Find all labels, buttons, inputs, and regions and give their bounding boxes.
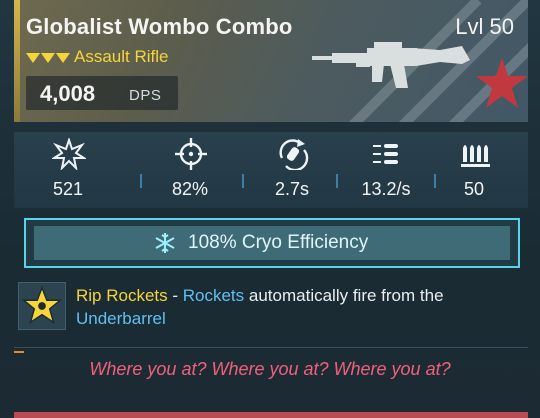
perk-text: automatically fire from the bbox=[244, 286, 444, 305]
stat-magazine: 50 bbox=[428, 132, 520, 208]
flavor-text: Where you at? Where you at? Where you at… bbox=[89, 359, 451, 379]
stat-magazine-value: 50 bbox=[463, 179, 485, 199]
perk-icon-box bbox=[18, 282, 66, 330]
magazine-icon bbox=[461, 145, 490, 167]
perk-keyword-underbarrel: Underbarrel bbox=[76, 309, 166, 328]
stat-separator bbox=[336, 174, 338, 188]
assault-rifle-icon bbox=[312, 42, 470, 88]
divider-accent bbox=[14, 351, 24, 353]
perk-dash: - bbox=[167, 286, 183, 305]
perk-description: Rip Rockets - Rockets automatically fire… bbox=[76, 284, 526, 330]
dps-unit: DPS bbox=[129, 87, 162, 104]
snowflake-icon bbox=[155, 233, 175, 253]
star-badge-icon bbox=[21, 285, 63, 324]
burst-icon bbox=[52, 138, 86, 170]
stat-reload-value: 2.7s bbox=[274, 179, 310, 199]
element-effect-bar: 108% Cryo Efficiency bbox=[34, 226, 510, 260]
fire-rate-icon bbox=[373, 144, 398, 164]
crosshair-icon bbox=[175, 138, 207, 170]
dps-readout: 4,008 DPS bbox=[26, 76, 178, 110]
perk-name: Rip Rockets bbox=[76, 286, 168, 305]
weapon-name: Globalist Wombo Combo bbox=[26, 14, 293, 39]
dps-value: 4,008 bbox=[40, 81, 96, 106]
stat-damage-value: 521 bbox=[52, 179, 84, 199]
element-effect-text: 108% Cryo Efficiency bbox=[188, 232, 369, 253]
stat-separator bbox=[140, 174, 142, 188]
stat-separator bbox=[242, 174, 244, 188]
weapon-type: Assault Rifle bbox=[74, 47, 169, 66]
rarity-chevrons-icon bbox=[26, 53, 70, 63]
stat-accuracy: 82% bbox=[144, 132, 236, 208]
stat-accuracy-value: 82% bbox=[171, 179, 209, 199]
stat-reload: 2.7s bbox=[246, 132, 338, 208]
manufacturer-star-icon bbox=[476, 58, 528, 108]
weapon-header: Globalist Wombo Combo Lvl 50 Assault Rif… bbox=[14, 0, 528, 122]
weapon-card: Globalist Wombo Combo Lvl 50 Assault Rif… bbox=[0, 0, 540, 418]
divider bbox=[14, 347, 528, 348]
reload-icon bbox=[279, 139, 309, 170]
perk-keyword-rockets: Rockets bbox=[182, 286, 245, 305]
element-effect: 108% Cryo Efficiency bbox=[24, 218, 520, 268]
stat-fire-rate-value: 13.2/s bbox=[361, 179, 411, 199]
stat-damage: 521 bbox=[22, 132, 114, 208]
stat-fire-rate: 13.2/s bbox=[340, 132, 432, 208]
stats-panel: 521 82% 2.7s 13.2/s 50 bbox=[14, 132, 528, 208]
bottom-accent-bar bbox=[14, 412, 528, 418]
